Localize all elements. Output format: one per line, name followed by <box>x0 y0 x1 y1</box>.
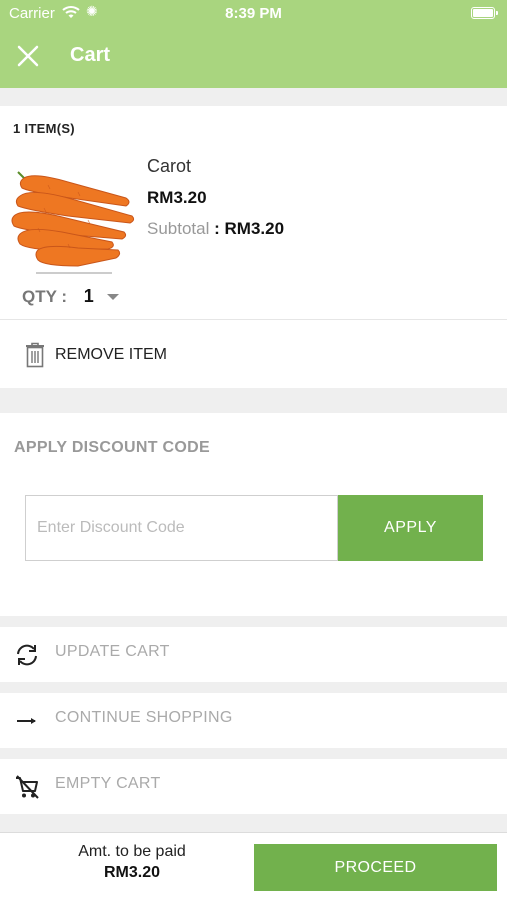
apply-button[interactable]: APPLY <box>338 495 483 561</box>
empty-cart-icon <box>16 775 39 799</box>
refresh-icon <box>17 644 37 666</box>
item-count: 1 ITEM(S) <box>13 121 75 136</box>
page-title: Cart <box>70 44 111 66</box>
amount-value: RM3.20 <box>103 864 161 881</box>
continue-shopping-button[interactable]: CONTINUE SHOPPING <box>0 693 507 748</box>
remove-item-label: REMOVE ITEM <box>55 346 168 363</box>
trash-icon <box>26 342 44 368</box>
discount-title: APPLY DISCOUNT CODE <box>14 439 210 456</box>
subtotal-label: Subtotal <box>147 219 210 238</box>
empty-cart-button[interactable]: EMPTY CART <box>0 759 507 814</box>
remove-item-button[interactable]: REMOVE ITEM <box>0 320 507 388</box>
nav-bar: Cart <box>0 28 507 88</box>
chevron-down-icon[interactable] <box>106 293 120 301</box>
discount-card: APPLY DISCOUNT CODE APPLY <box>0 413 507 616</box>
arrow-right-icon <box>17 718 36 724</box>
update-cart-button[interactable]: UPDATE CART <box>0 627 507 682</box>
product-name[interactable]: Carot <box>147 156 191 177</box>
subtotal-value: RM3.20 <box>224 219 285 238</box>
empty-cart-label: EMPTY CART <box>55 775 161 792</box>
qty-label: QTY : <box>22 287 68 306</box>
product-image[interactable] <box>8 168 140 278</box>
discount-code-input[interactable] <box>25 495 338 561</box>
quantity-selector[interactable]: QTY : 1 <box>22 286 94 307</box>
qty-value[interactable]: 1 <box>84 286 94 306</box>
close-icon[interactable] <box>14 42 42 70</box>
proceed-button[interactable]: PROCEED <box>254 844 497 891</box>
cart-items-card: 1 ITEM(S) Carot RM3.20 Subtotal : RM3.20… <box>0 106 507 388</box>
subtotal-colon: : <box>214 219 220 238</box>
checkout-bar: Amt. to be paid RM3.20 PROCEED <box>0 832 507 900</box>
amount-label: Amt. to be paid <box>78 843 186 860</box>
battery-icon <box>471 7 498 19</box>
clock: 8:39 PM <box>225 5 282 22</box>
status-bar: Carrier ✺ 8:39 PM <box>0 0 507 28</box>
product-price: RM3.20 <box>147 188 207 207</box>
continue-shopping-label: CONTINUE SHOPPING <box>55 709 233 726</box>
update-cart-label: UPDATE CART <box>55 643 170 660</box>
subtotal: Subtotal : RM3.20 <box>147 219 284 239</box>
